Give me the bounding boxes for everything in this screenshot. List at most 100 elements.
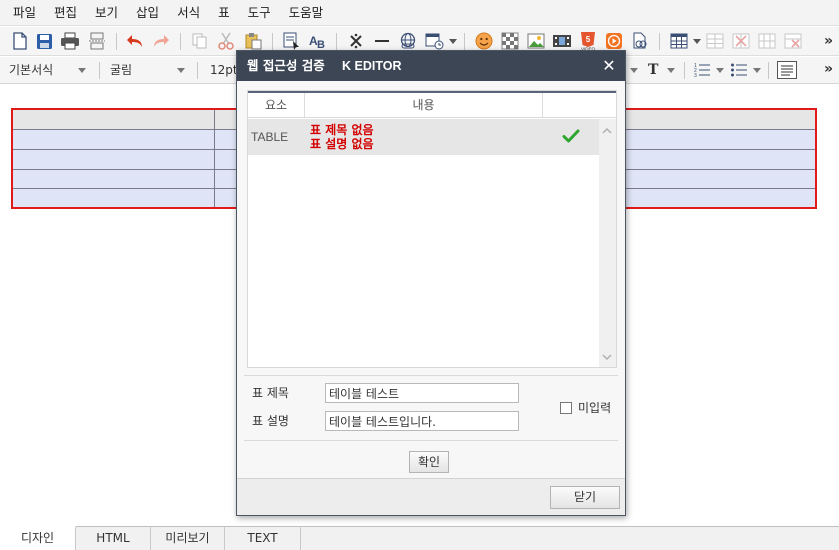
align-justify-icon[interactable] (777, 60, 797, 80)
menu-insert[interactable]: 삽입 (127, 0, 168, 26)
menu-edit[interactable]: 편집 (45, 0, 86, 26)
toolbar-overflow-icon[interactable]: » (824, 57, 833, 81)
table-column-divider (214, 110, 215, 207)
chevron-up-icon[interactable] (602, 125, 612, 135)
toolbar-separator (768, 62, 769, 79)
caption-label: 표 제목 (252, 386, 289, 400)
print-icon[interactable] (60, 31, 80, 51)
tab-html[interactable]: HTML (76, 526, 151, 550)
background-pattern-icon[interactable] (500, 31, 520, 51)
results-scrollbar[interactable] (599, 119, 616, 367)
undo-icon[interactable] (125, 31, 145, 51)
menu-table[interactable]: 표 (209, 0, 239, 26)
summary-label: 표 설명 (252, 414, 289, 428)
column-content: 내용 (305, 93, 543, 118)
merge-cells-icon[interactable] (757, 31, 777, 51)
tab-preview[interactable]: 미리보기 (151, 526, 225, 550)
dialog-title-bar[interactable]: 웹 접근성 검증 K EDITOR ✕ (237, 51, 625, 81)
chevron-down-icon[interactable] (716, 68, 724, 73)
caption-input[interactable] (325, 383, 519, 403)
flash-media-icon[interactable] (552, 31, 572, 51)
dialog-footer: 닫기 (237, 478, 625, 515)
toolbar-separator (336, 33, 337, 50)
confirm-button[interactable]: 확인 (409, 451, 449, 473)
chevron-down-icon[interactable] (177, 68, 185, 73)
save-icon[interactable] (34, 31, 54, 51)
result-message-caption: 표 제목 없음 (310, 123, 374, 137)
bullet-list-icon[interactable] (729, 60, 749, 80)
editor-brand: K EDITOR (342, 59, 402, 73)
toolbar-separator (684, 62, 685, 79)
toolbar-separator (659, 33, 660, 50)
find-replace-icon[interactable]: AB (308, 31, 328, 51)
no-input-label: 미입력 (578, 401, 612, 415)
chevron-down-icon[interactable] (753, 68, 761, 73)
close-button[interactable]: 닫기 (550, 486, 620, 509)
page-break-icon[interactable] (87, 31, 107, 51)
menu-bar: 파일 편집 보기 삽입 서식 표 도구 도움말 (0, 0, 839, 26)
menu-help[interactable]: 도움말 (280, 0, 333, 26)
view-mode-tabs: 디자인 HTML 미리보기 TEXT (0, 526, 839, 550)
date-time-dropdown-caret[interactable] (449, 39, 457, 44)
menu-file[interactable]: 파일 (4, 0, 45, 26)
text-color-icon[interactable]: T (648, 57, 658, 84)
hyperlink-icon[interactable] (398, 31, 418, 51)
toolbar-separator (464, 33, 465, 50)
column-element: 요소 (248, 93, 305, 118)
results-header: 요소 내용 (248, 91, 616, 118)
result-message-summary: 표 설명 없음 (310, 137, 374, 151)
horizontal-line-icon[interactable] (372, 31, 392, 51)
image-icon[interactable] (526, 31, 546, 51)
chevron-down-icon[interactable] (667, 68, 675, 73)
divider (244, 440, 618, 441)
menu-format[interactable]: 서식 (168, 0, 209, 26)
chevron-down-icon[interactable] (78, 68, 86, 73)
chevron-down-icon[interactable] (602, 351, 612, 361)
paragraph-style-select[interactable]: 기본서식 (9, 57, 53, 84)
select-all-icon[interactable] (282, 31, 302, 51)
table-properties-icon[interactable] (705, 31, 725, 51)
close-icon[interactable]: ✕ (601, 58, 617, 74)
summary-input[interactable] (325, 411, 519, 431)
toolbar-separator (99, 62, 100, 79)
video-play-icon[interactable] (604, 31, 624, 51)
result-row[interactable]: TABLE 표 제목 없음 표 설명 없음 (248, 119, 599, 155)
file-link-icon[interactable] (630, 31, 650, 51)
special-char-icon[interactable] (346, 31, 366, 51)
copy-icon[interactable] (190, 31, 210, 51)
validation-results-list: 요소 내용 TABLE 표 제목 없음 표 설명 없음 (247, 90, 617, 368)
tab-text[interactable]: TEXT (225, 526, 301, 550)
toolbar-separator (272, 33, 273, 50)
svg-text:3: 3 (694, 73, 697, 78)
toolbar-separator (180, 33, 181, 50)
toolbar-separator (116, 33, 117, 50)
menu-view[interactable]: 보기 (86, 0, 127, 26)
emoticon-icon[interactable] (474, 31, 494, 51)
font-size-select[interactable]: 12pt (210, 57, 238, 84)
chevron-down-icon[interactable] (630, 68, 638, 73)
svg-text:B: B (317, 39, 325, 50)
paste-icon[interactable] (243, 31, 263, 51)
font-family-select[interactable]: 굴림 (110, 57, 132, 84)
redo-icon[interactable] (151, 31, 171, 51)
cut-icon[interactable] (216, 31, 236, 51)
svg-text:5: 5 (586, 35, 591, 44)
table-dropdown-caret[interactable] (693, 39, 701, 44)
toolbar-separator (197, 62, 198, 79)
toolbar-overflow-icon[interactable]: » (824, 29, 833, 53)
insert-table-icon[interactable] (669, 31, 689, 51)
tab-design[interactable]: 디자인 (0, 526, 76, 550)
html5-video-icon[interactable]: 5 VIDEO (578, 31, 598, 51)
accessibility-check-dialog: 웹 접근성 검증 K EDITOR ✕ 요소 내용 TABLE 표 제목 없음 … (236, 50, 626, 516)
menu-tools[interactable]: 도구 (239, 0, 280, 26)
numbered-list-icon[interactable]: 123 (692, 60, 712, 80)
delete-table-icon[interactable] (783, 31, 803, 51)
no-input-checkbox[interactable] (560, 402, 572, 414)
column-status (543, 93, 616, 118)
dialog-title: 웹 접근성 검증 (247, 58, 325, 73)
check-icon (562, 127, 580, 145)
delete-column-icon[interactable] (731, 31, 751, 51)
new-document-icon[interactable] (10, 31, 30, 51)
divider (244, 375, 618, 376)
date-time-icon[interactable] (425, 31, 445, 51)
